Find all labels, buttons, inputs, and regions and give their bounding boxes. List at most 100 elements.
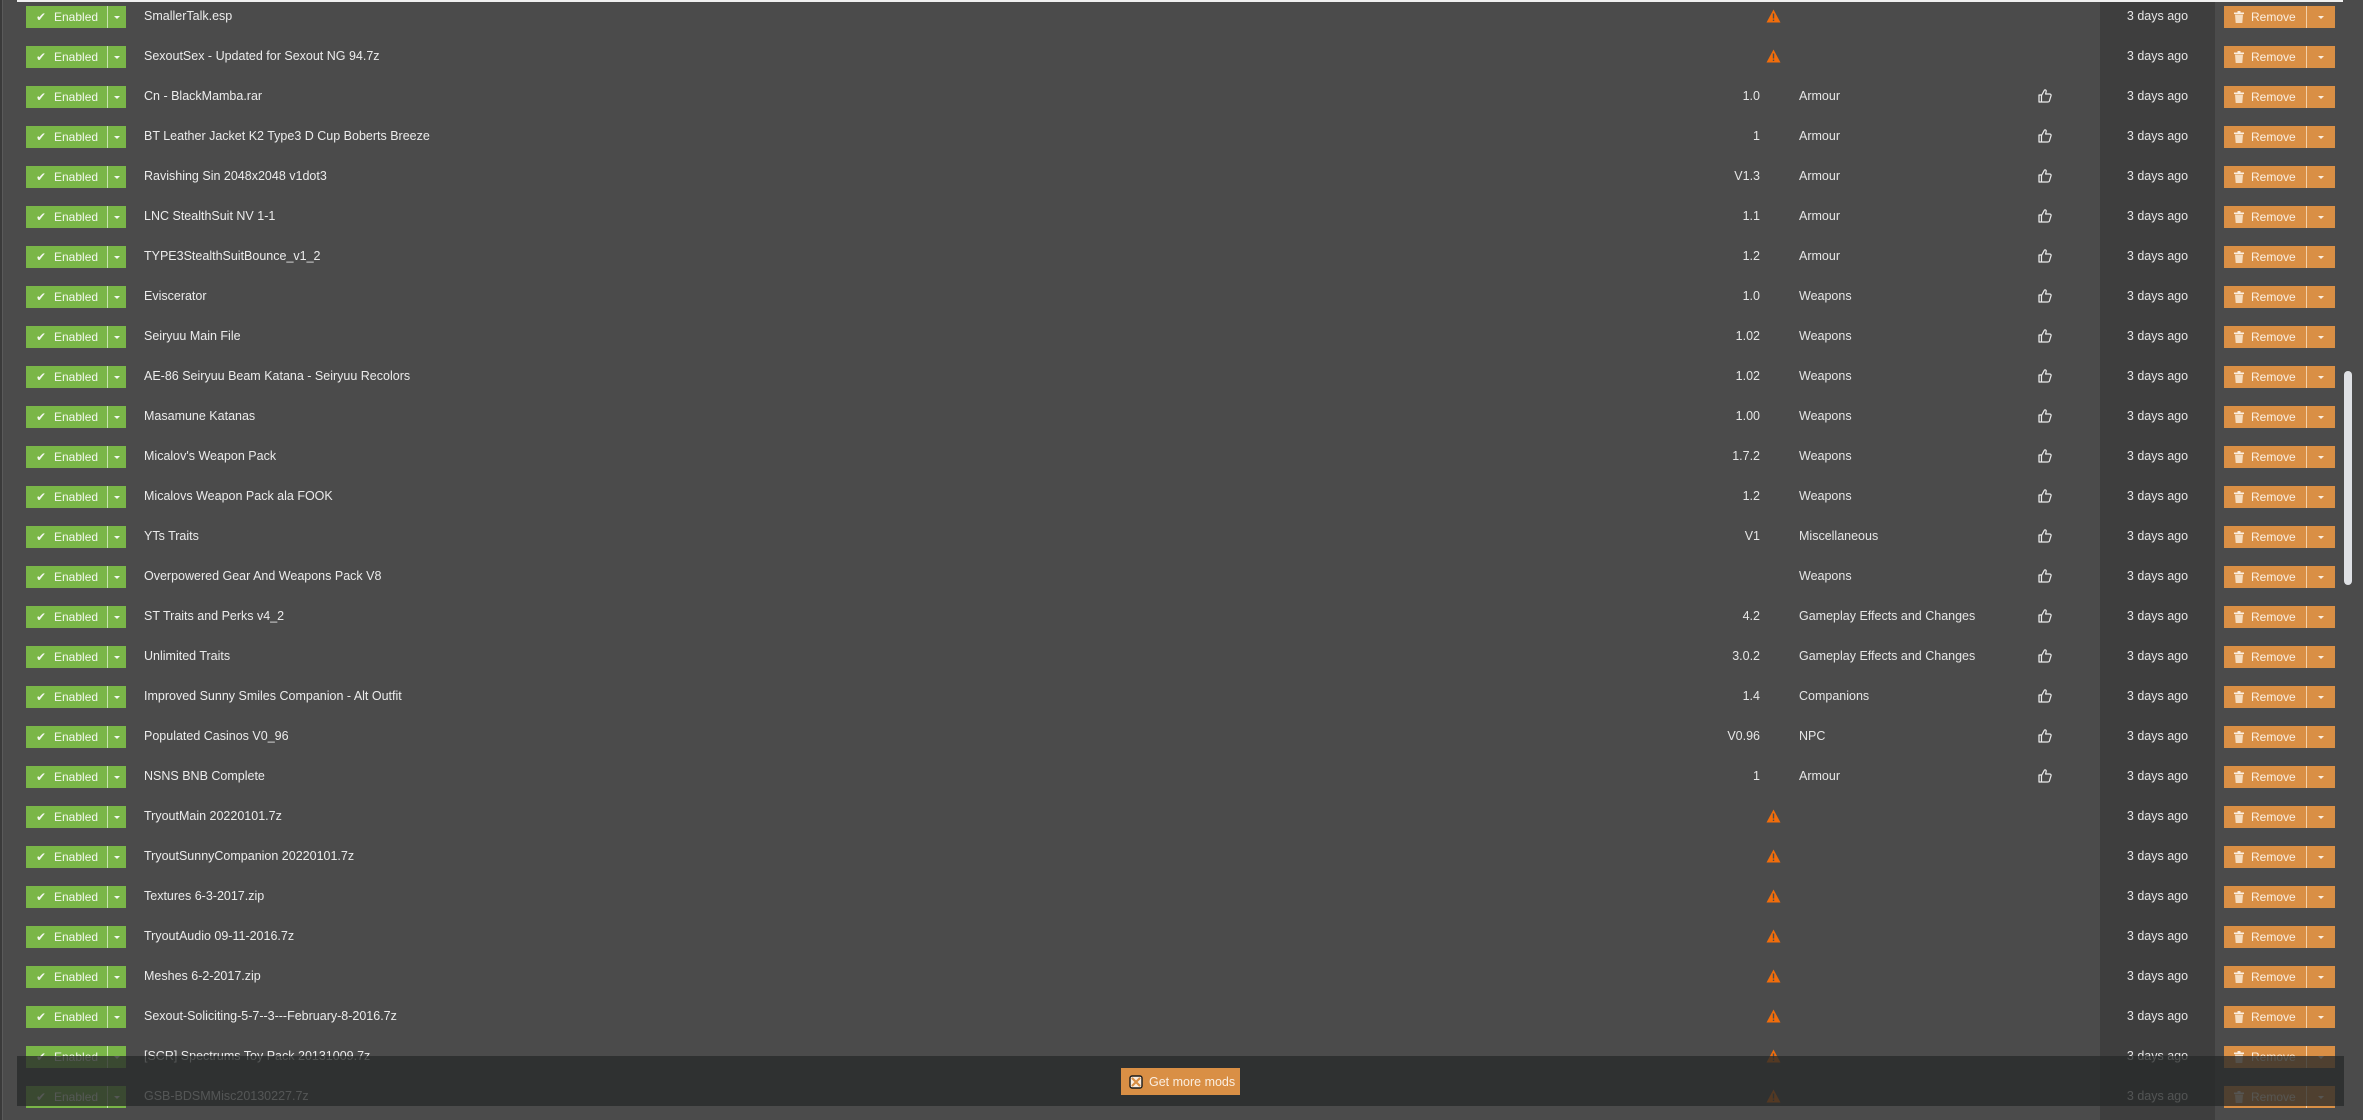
remove-button[interactable]: Remove: [2224, 46, 2307, 68]
remove-dropdown-button[interactable]: [2307, 655, 2335, 659]
remove-dropdown-button[interactable]: [2307, 455, 2335, 459]
remove-button-group[interactable]: Remove: [2224, 806, 2335, 828]
remove-button-group[interactable]: Remove: [2224, 206, 2335, 228]
remove-button[interactable]: Remove: [2224, 86, 2307, 108]
enabled-toggle-button[interactable]: ✔ Enabled: [26, 6, 126, 28]
remove-button-group[interactable]: Remove: [2224, 646, 2335, 668]
remove-dropdown-button[interactable]: [2307, 615, 2335, 619]
enabled-toggle-button[interactable]: ✔ Enabled: [26, 766, 126, 788]
enabled-status-button[interactable]: ✔ Enabled: [26, 806, 108, 828]
enabled-dropdown-button[interactable]: [108, 375, 126, 379]
remove-dropdown-button[interactable]: [2307, 415, 2335, 419]
enabled-dropdown-button[interactable]: [108, 975, 126, 979]
remove-button-group[interactable]: Remove: [2224, 1006, 2335, 1028]
enabled-toggle-button[interactable]: ✔ Enabled: [26, 1006, 126, 1028]
enabled-dropdown-button[interactable]: [108, 255, 126, 259]
enabled-toggle-button[interactable]: ✔ Enabled: [26, 806, 126, 828]
remove-button[interactable]: Remove: [2224, 526, 2307, 548]
thumbs-up-icon[interactable]: [2037, 288, 2053, 304]
enabled-toggle-button[interactable]: ✔ Enabled: [26, 126, 126, 148]
enabled-toggle-button[interactable]: ✔ Enabled: [26, 46, 126, 68]
enabled-toggle-button[interactable]: ✔ Enabled: [26, 286, 126, 308]
enabled-status-button[interactable]: ✔ Enabled: [26, 126, 108, 148]
remove-button-group[interactable]: Remove: [2224, 326, 2335, 348]
enabled-toggle-button[interactable]: ✔ Enabled: [26, 86, 126, 108]
enabled-status-button[interactable]: ✔ Enabled: [26, 246, 108, 268]
enabled-dropdown-button[interactable]: [108, 175, 126, 179]
remove-button-group[interactable]: Remove: [2224, 286, 2335, 308]
remove-button-group[interactable]: Remove: [2224, 486, 2335, 508]
remove-dropdown-button[interactable]: [2307, 935, 2335, 939]
thumbs-up-icon[interactable]: [2037, 648, 2053, 664]
enabled-toggle-button[interactable]: ✔ Enabled: [26, 846, 126, 868]
thumbs-up-icon[interactable]: [2037, 128, 2053, 144]
thumbs-up-icon[interactable]: [2037, 368, 2053, 384]
enabled-status-button[interactable]: ✔ Enabled: [26, 166, 108, 188]
enabled-dropdown-button[interactable]: [108, 455, 126, 459]
remove-dropdown-button[interactable]: [2307, 55, 2335, 59]
remove-dropdown-button[interactable]: [2307, 975, 2335, 979]
enabled-dropdown-button[interactable]: [108, 335, 126, 339]
enabled-toggle-button[interactable]: ✔ Enabled: [26, 486, 126, 508]
remove-button[interactable]: Remove: [2224, 806, 2307, 828]
remove-button[interactable]: Remove: [2224, 126, 2307, 148]
remove-button-group[interactable]: Remove: [2224, 926, 2335, 948]
remove-dropdown-button[interactable]: [2307, 815, 2335, 819]
enabled-dropdown-button[interactable]: [108, 295, 126, 299]
thumbs-up-icon[interactable]: [2037, 168, 2053, 184]
enabled-dropdown-button[interactable]: [108, 655, 126, 659]
enabled-toggle-button[interactable]: ✔ Enabled: [26, 406, 126, 428]
enabled-toggle-button[interactable]: ✔ Enabled: [26, 526, 126, 548]
remove-button-group[interactable]: Remove: [2224, 726, 2335, 748]
enabled-dropdown-button[interactable]: [108, 575, 126, 579]
remove-dropdown-button[interactable]: [2307, 175, 2335, 179]
remove-dropdown-button[interactable]: [2307, 855, 2335, 859]
enabled-status-button[interactable]: ✔ Enabled: [26, 486, 108, 508]
remove-button[interactable]: Remove: [2224, 646, 2307, 668]
remove-button[interactable]: Remove: [2224, 206, 2307, 228]
enabled-toggle-button[interactable]: ✔ Enabled: [26, 686, 126, 708]
remove-button-group[interactable]: Remove: [2224, 86, 2335, 108]
remove-button[interactable]: Remove: [2224, 886, 2307, 908]
enabled-status-button[interactable]: ✔ Enabled: [26, 286, 108, 308]
remove-dropdown-button[interactable]: [2307, 335, 2335, 339]
remove-button-group[interactable]: Remove: [2224, 166, 2335, 188]
remove-button-group[interactable]: Remove: [2224, 526, 2335, 548]
enabled-status-button[interactable]: ✔ Enabled: [26, 326, 108, 348]
remove-button[interactable]: Remove: [2224, 446, 2307, 468]
remove-button[interactable]: Remove: [2224, 326, 2307, 348]
enabled-status-button[interactable]: ✔ Enabled: [26, 1006, 108, 1028]
enabled-status-button[interactable]: ✔ Enabled: [26, 446, 108, 468]
enabled-toggle-button[interactable]: ✔ Enabled: [26, 446, 126, 468]
remove-button[interactable]: Remove: [2224, 486, 2307, 508]
remove-button[interactable]: Remove: [2224, 6, 2307, 28]
remove-button-group[interactable]: Remove: [2224, 766, 2335, 788]
get-more-mods-button[interactable]: Get more mods: [1121, 1068, 1240, 1095]
thumbs-up-icon[interactable]: [2037, 728, 2053, 744]
remove-button[interactable]: Remove: [2224, 406, 2307, 428]
remove-button[interactable]: Remove: [2224, 246, 2307, 268]
remove-button[interactable]: Remove: [2224, 1006, 2307, 1028]
enabled-dropdown-button[interactable]: [108, 615, 126, 619]
remove-button[interactable]: Remove: [2224, 686, 2307, 708]
enabled-dropdown-button[interactable]: [108, 95, 126, 99]
remove-button[interactable]: Remove: [2224, 566, 2307, 588]
enabled-status-button[interactable]: ✔ Enabled: [26, 206, 108, 228]
remove-dropdown-button[interactable]: [2307, 95, 2335, 99]
thumbs-up-icon[interactable]: [2037, 568, 2053, 584]
remove-dropdown-button[interactable]: [2307, 535, 2335, 539]
remove-button-group[interactable]: Remove: [2224, 686, 2335, 708]
thumbs-up-icon[interactable]: [2037, 248, 2053, 264]
thumbs-up-icon[interactable]: [2037, 208, 2053, 224]
remove-button[interactable]: Remove: [2224, 846, 2307, 868]
enabled-status-button[interactable]: ✔ Enabled: [26, 526, 108, 548]
enabled-dropdown-button[interactable]: [108, 895, 126, 899]
enabled-toggle-button[interactable]: ✔ Enabled: [26, 566, 126, 588]
remove-button-group[interactable]: Remove: [2224, 446, 2335, 468]
enabled-toggle-button[interactable]: ✔ Enabled: [26, 726, 126, 748]
enabled-toggle-button[interactable]: ✔ Enabled: [26, 166, 126, 188]
remove-button-group[interactable]: Remove: [2224, 606, 2335, 628]
remove-dropdown-button[interactable]: [2307, 695, 2335, 699]
enabled-status-button[interactable]: ✔ Enabled: [26, 6, 108, 28]
enabled-dropdown-button[interactable]: [108, 415, 126, 419]
